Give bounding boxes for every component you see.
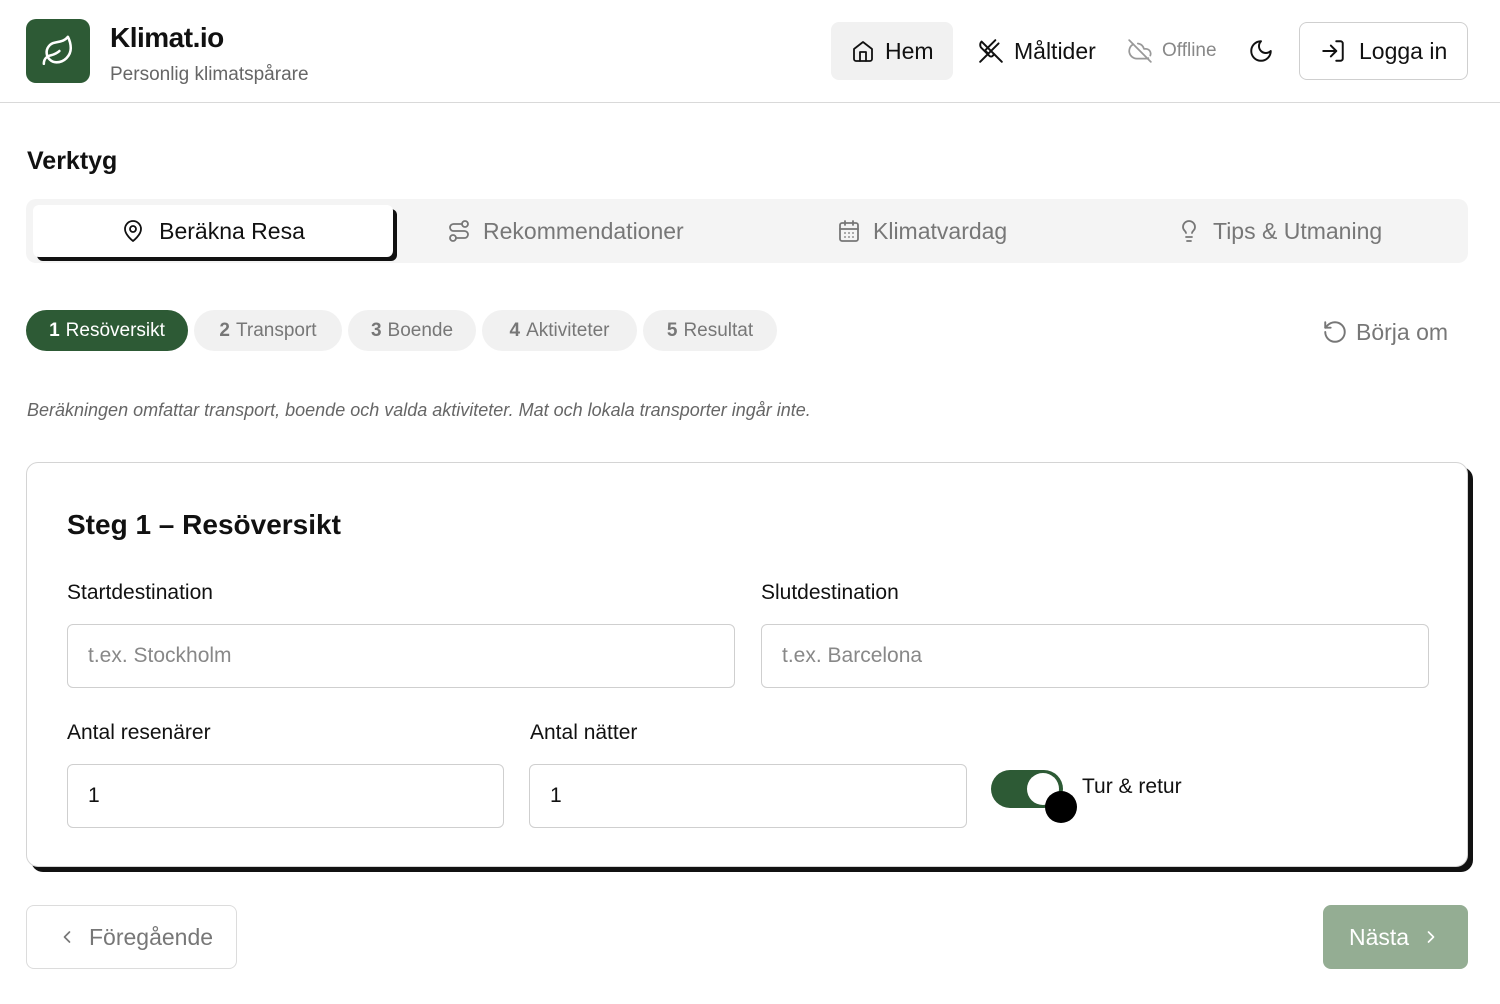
tab-recommendations[interactable]: Rekommendationer [447,199,684,263]
tab-tips-challenge[interactable]: Tips & Utmaning [1177,199,1382,263]
restart-label: Börja om [1356,318,1449,345]
step-label: Resultat [683,319,754,341]
step-number: 2 [219,319,230,341]
log-in-icon [1322,40,1344,62]
tab-calculate-trip[interactable]: Beräkna Resa [33,205,393,257]
step-4-activities[interactable]: 4 Aktiviteter [482,310,637,351]
previous-button[interactable]: Föregående [26,905,237,969]
start-destination-input[interactable]: t.ex. Stockholm [67,624,735,688]
tool-tabs: Beräkna Resa Rekommendationer Klimatvard… [26,199,1468,263]
leaf-icon [42,35,73,66]
next-button[interactable]: Nästa [1323,905,1468,969]
trip-overview-card: Steg 1 – Resöversikt Startdestination t.… [26,462,1468,867]
roundtrip-toggle[interactable] [991,770,1077,823]
brand-subtitle: Personlig klimatspårare [110,64,309,85]
route-icon [449,220,469,242]
nav-meals-label: Måltider [1014,37,1096,64]
step-number: 1 [49,319,60,341]
brand-title: Klimat.io [110,22,224,53]
utensils-crossed-icon [979,39,1003,63]
info-text: Beräkningen omfattar transport, boende o… [27,400,811,420]
map-pin-icon [124,220,143,242]
calendar-icon [839,220,859,242]
end-destination-label: Slutdestination [761,581,899,604]
tab-label: Tips & Utmaning [1213,217,1383,244]
step-2-transport[interactable]: 2 Transport [194,310,342,351]
tab-label: Klimatvardag [873,217,1008,244]
travelers-input[interactable]: 1 [67,764,504,828]
step-number: 4 [509,319,521,341]
login-button[interactable]: Logga in [1299,22,1468,80]
step-label: Boende [387,319,454,341]
travelers-label: Antal resenärer [67,721,211,744]
roundtrip-label: Tur & retur [1082,775,1182,798]
start-destination-label: Startdestination [67,581,213,604]
restart-button[interactable]: Börja om [1322,312,1448,352]
app-header: Klimat.io Personlig klimatspårare Hem Må… [0,0,1500,103]
next-label: Nästa [1349,923,1410,950]
section-title: Verktyg [27,147,118,175]
step-number: 5 [666,319,678,341]
tab-label: Rekommendationer [483,217,684,244]
rotate-ccw-icon [1324,321,1346,343]
nav-home-label: Hem [885,37,934,64]
cursor-dot [1045,791,1077,823]
nights-input[interactable]: 1 [529,764,967,828]
nights-label: Antal nätter [530,721,638,744]
step-number: 3 [370,319,382,341]
login-label: Logga in [1359,37,1448,64]
cloud-off-icon [1128,39,1152,63]
step-label: Resöversikt [65,319,165,341]
step-5-result[interactable]: 5 Resultat [643,310,777,351]
chevron-right-icon [1427,931,1435,943]
nav-meals-button[interactable]: Måltider [978,22,1096,80]
offline-label: Offline [1162,40,1217,61]
end-destination-input[interactable]: t.ex. Barcelona [761,624,1429,688]
app-logo[interactable] [26,19,90,83]
step-3-lodging[interactable]: 3 Boende [348,310,476,351]
offline-status: Offline [1127,22,1217,80]
card-title: Steg 1 – Resöversikt [67,509,341,540]
nav-home-button[interactable]: Hem [831,22,953,80]
moon-icon [1250,40,1272,62]
tab-label: Beräkna Resa [159,217,305,244]
theme-toggle-button[interactable] [1248,37,1274,65]
home-icon [853,41,873,62]
lightbulb-icon [1182,220,1196,242]
step-1-overview[interactable]: 1 Resöversikt [26,310,188,351]
tab-climate-everyday[interactable]: Klimatvardag [837,199,1007,263]
step-label: Aktiviteter [526,319,610,341]
step-label: Transport [235,319,317,341]
chevron-left-icon [63,931,71,943]
previous-label: Föregående [89,923,214,950]
